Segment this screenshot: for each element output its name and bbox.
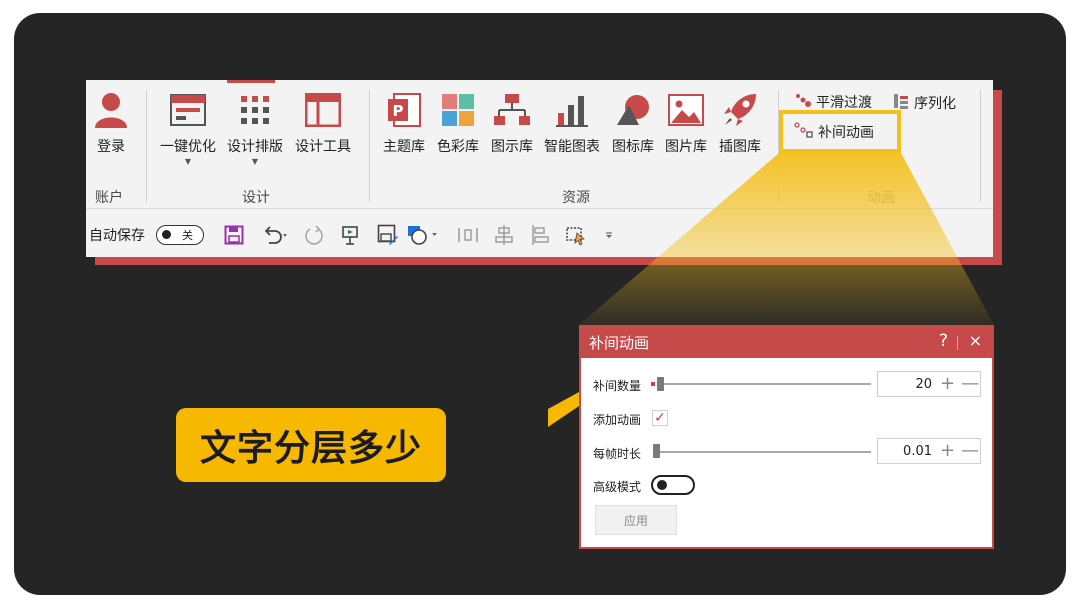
frame-duration-input[interactable]: 0.01 (878, 444, 932, 459)
advanced-mode-label: 高级模式 (593, 480, 642, 494)
frame-duration-slider-track[interactable] (657, 451, 871, 453)
autosave-label: 自动保存 (89, 228, 145, 244)
color-palette-icon (441, 90, 475, 130)
align-center-icon[interactable] (490, 220, 518, 250)
tween-count-stepper: 20 + — (877, 371, 981, 397)
callout-text: 文字分层多少 (199, 428, 422, 469)
color-library-button[interactable]: 色彩库 (437, 90, 479, 156)
add-animation-label: 添加动画 (593, 413, 642, 427)
shapes-icon (615, 90, 651, 130)
apply-button[interactable]: 应用 (595, 505, 677, 535)
save-icon[interactable] (220, 220, 248, 250)
add-animation-checkbox[interactable]: ✓ (652, 410, 668, 426)
active-tab-indicator (227, 80, 275, 83)
rocket-icon (722, 90, 758, 130)
group-label-account: 账户 (95, 190, 123, 206)
distribute-horizontal-icon[interactable] (454, 220, 482, 250)
group-label-design: 设计 (242, 190, 270, 206)
serialize-button[interactable]: 序列化 (892, 92, 956, 114)
undo-icon[interactable] (258, 220, 292, 250)
separator (146, 90, 147, 202)
separator (369, 90, 370, 202)
icon-library-button[interactable]: 图标库 (612, 90, 654, 156)
grid-icon (239, 90, 271, 130)
frame-duration-stepper: 0.01 + — (877, 438, 981, 464)
bar-chart-icon (555, 90, 589, 130)
callout-bubble: 文字分层多少 (176, 408, 446, 482)
tween-count-input[interactable]: 20 (878, 377, 932, 392)
tween-animation-highlight (779, 110, 901, 153)
group-label-animation: 动画 (867, 190, 895, 206)
group-label-resources: 资源 (562, 190, 590, 206)
chevron-down-icon: ▼ (184, 157, 192, 166)
theme-library-button[interactable]: P 主题库 (383, 90, 425, 156)
advanced-mode-toggle[interactable] (651, 475, 695, 495)
checkmark-icon: ✓ (654, 410, 666, 426)
present-icon[interactable] (336, 220, 364, 250)
illustration-library-button[interactable]: 插图库 (719, 90, 761, 156)
chevron-down-icon: ▼ (251, 157, 259, 166)
plus-icon[interactable]: + (940, 375, 955, 393)
plus-icon[interactable]: + (940, 442, 955, 460)
ribbon: 登录 账户 一键优化 ▼ 设计排版 ▼ 设计工具 设计 P 主题库 色彩库 图示… (86, 80, 993, 257)
customize-toolbar-icon[interactable] (600, 220, 618, 250)
svg-text:P: P (393, 102, 404, 120)
frame-duration-slider-thumb[interactable] (653, 444, 660, 458)
shapes-dropdown-icon[interactable] (404, 220, 442, 250)
tween-count-slider-track[interactable] (657, 383, 871, 385)
layout-icon (170, 90, 206, 130)
design-tools-button[interactable]: 设计工具 (295, 90, 351, 156)
design-layout-button[interactable]: 设计排版 ▼ (227, 90, 283, 166)
dialog-title: 补间动画 (589, 334, 650, 352)
autosave-toggle[interactable]: 关 (154, 220, 206, 250)
select-cursor-icon[interactable] (562, 220, 590, 250)
close-icon[interactable]: × (969, 331, 982, 350)
slider-marker (651, 382, 655, 386)
picture-library-button[interactable]: 图片库 (665, 90, 707, 156)
user-icon (94, 90, 128, 130)
window-icon (305, 90, 341, 130)
smart-chart-button[interactable]: 智能图表 (544, 90, 600, 156)
powerpoint-icon: P (386, 90, 422, 130)
one-click-optimize-button[interactable]: 一键优化 ▼ (160, 90, 216, 166)
minus-icon[interactable]: — (961, 442, 979, 460)
tween-animation-dialog: 补间动画 ? × 补间数量 20 + — 添加动画 ✓ 每帧时长 0.01 + … (579, 325, 994, 549)
diagram-library-button[interactable]: 图示库 (491, 90, 533, 156)
frame-duration-label: 每帧时长 (593, 447, 642, 461)
help-icon[interactable]: ? (939, 331, 948, 351)
minus-icon[interactable]: — (961, 375, 979, 393)
motion-path-icon (794, 92, 812, 112)
save-as-icon[interactable] (374, 220, 402, 250)
tween-count-slider-thumb[interactable] (657, 377, 664, 391)
smooth-transition-button[interactable]: 平滑过渡 (794, 92, 872, 112)
redo-icon[interactable] (300, 220, 328, 250)
titlebar-divider (957, 336, 958, 350)
image-icon (668, 90, 704, 130)
ribbon-divider (86, 208, 993, 209)
separator (980, 90, 981, 202)
login-button[interactable]: 登录 (94, 90, 128, 156)
org-chart-icon (494, 90, 530, 130)
quick-access-toolbar: 自动保存 关 (86, 220, 646, 250)
tween-count-label: 补间数量 (593, 379, 642, 393)
dialog-titlebar: 补间动画 ? × (581, 327, 992, 358)
align-left-icon[interactable] (526, 220, 554, 250)
